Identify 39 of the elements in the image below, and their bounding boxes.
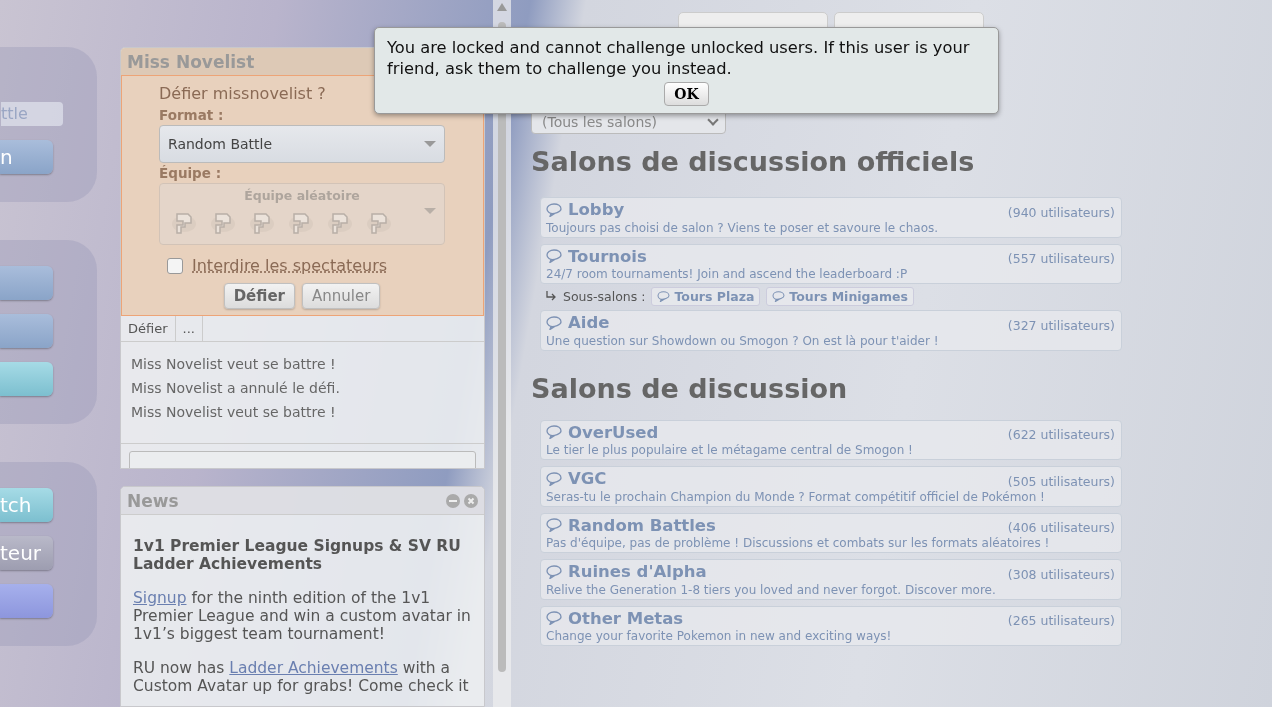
room-name: Random Battles xyxy=(546,515,716,535)
room-description: Pas d'équipe, pas de problème ! Discussions et combats sur les formats aléatoires ! xyxy=(546,536,1051,550)
room-description: Change your favorite Pokemon in new and exciting ways! xyxy=(546,629,893,643)
challenge-prompt: Défier missnovelist ? xyxy=(159,84,327,103)
room-name: Aide xyxy=(546,313,610,332)
room-description: Toujours pas choisi de salon ? Viens te poser et savoure le chaos. xyxy=(546,220,940,235)
room-description: Le tier le plus populaire et le métagame central de Smogon ! xyxy=(546,443,914,457)
user-count: (505 utilisateurs) xyxy=(1007,473,1115,489)
subrooms-label: Sous-salons : xyxy=(563,289,646,304)
dialog-message: You are locked and cannot challenge unlocked users. If this user is your friend, ask them to challenge you instead. xyxy=(387,37,971,79)
section-heading: Salons de discussion xyxy=(531,372,849,404)
format-label: Format : xyxy=(159,107,225,123)
news-headline: 1v1 Premier League Signups & SV RU Ladder Achievements xyxy=(133,537,462,574)
user-count: (557 utilisateurs) xyxy=(1007,251,1115,266)
room-name: OverUsed xyxy=(546,422,659,442)
user-count: (406 utilisateurs) xyxy=(1007,520,1115,535)
user-count: (622 utilisateurs) xyxy=(1007,427,1115,442)
room-name: Tournois xyxy=(546,246,647,266)
section-heading: Salons de discussion officiels xyxy=(531,146,976,177)
team-label: Équipe : xyxy=(159,165,223,181)
room-description: 24/7 room tournaments! Join and ascend the leaderboard :P xyxy=(546,267,909,281)
chat-message: Miss Novelist veut se battre ! xyxy=(131,356,337,372)
news-paragraph: RU now has Ladder Achievements with a Custom Avatar up for grabs! Come check it xyxy=(133,659,470,696)
room-name: Ruines d'Alpha xyxy=(546,562,707,581)
panel-title: Miss Novelist xyxy=(127,51,255,72)
room-name: VGC xyxy=(546,469,607,488)
room-name: Other Metas xyxy=(546,608,684,628)
room-description: Une question sur Showdown ou Smogon ? On est là pour t'aider ! xyxy=(546,333,940,348)
user-count: (940 utilisateurs) xyxy=(1007,204,1115,220)
room-description: Seras-tu le prochain Champion du Monde ? Format compétitif officiel de Pokémon ! xyxy=(546,489,1046,504)
chat-message: Miss Novelist veut se battre ! xyxy=(131,404,337,420)
panel-title: News xyxy=(127,490,179,511)
chat-message: Miss Novelist a annulé le défi. xyxy=(131,380,341,396)
user-count: (308 utilisateurs) xyxy=(1007,566,1115,582)
user-count: (327 utilisateurs) xyxy=(1007,317,1115,333)
room-description: Relive the Generation 1-8 tiers you loved and never forgot. Discover more. xyxy=(546,582,997,597)
room-name: Lobby xyxy=(546,200,625,219)
news-paragraph: Signup for the ninth edition of the 1v1 Premier League and win a custom avatar in 1v1’s biggest team tournament! xyxy=(133,589,472,644)
user-count: (265 utilisateurs) xyxy=(1007,613,1115,628)
